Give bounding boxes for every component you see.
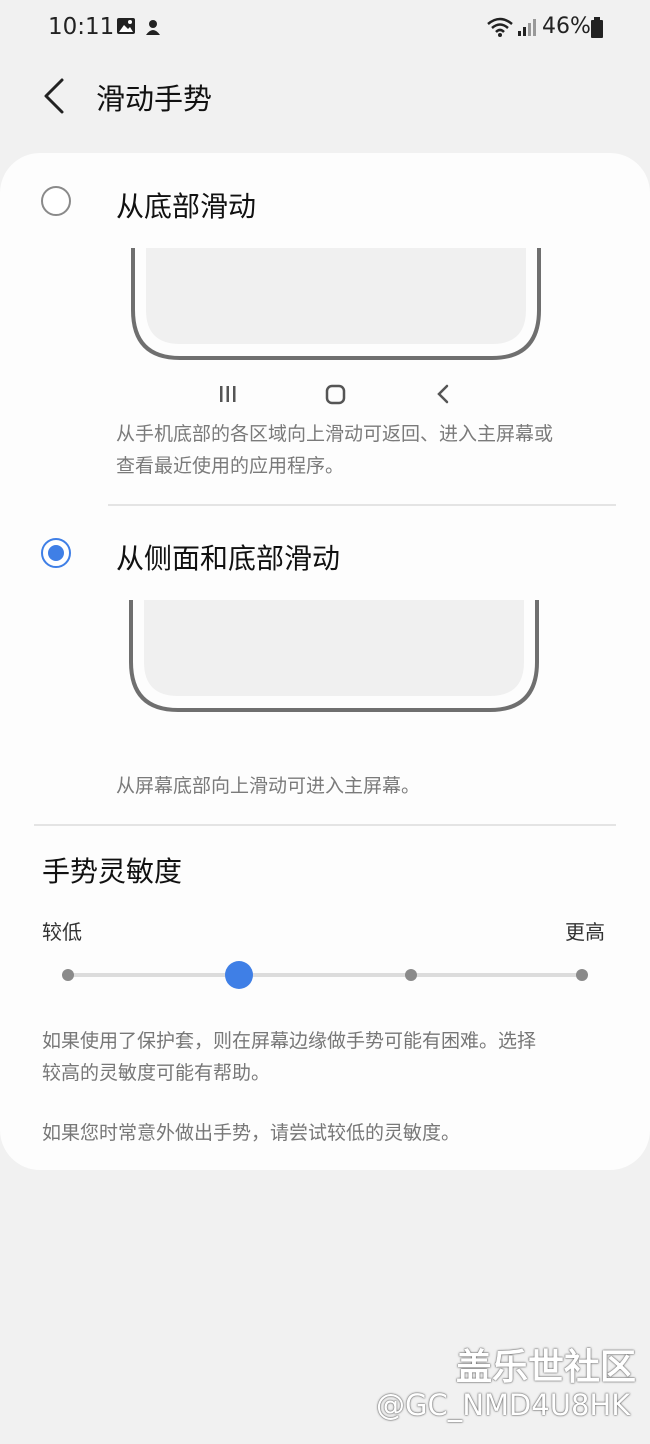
sensitivity-high-label: 更高 — [565, 920, 605, 944]
wifi-icon — [487, 17, 513, 37]
gallery-icon — [117, 18, 135, 34]
note-line: 如果您时常意外做出手势，请尝试较低的灵敏度。 — [42, 1122, 461, 1144]
battery-percent: 46% — [542, 14, 591, 39]
status-bar: 10:11 46% — [0, 0, 650, 58]
option-description: 从手机底部的各区域向上滑动可返回、进入主屏幕或 查看最近使用的应用程序。 — [116, 418, 553, 482]
note-line: 如果使用了保护套，则在屏幕边缘做手势可能有困难。选择 — [42, 1030, 537, 1052]
sensitivity-low-label: 较低 — [42, 920, 82, 944]
option-description: 从屏幕底部向上滑动可进入主屏幕。 — [116, 770, 420, 802]
option-label: 从侧面和底部滑动 — [116, 542, 341, 575]
status-time: 10:11 — [48, 14, 115, 40]
slider-step[interactable] — [405, 969, 417, 981]
slider-step[interactable] — [576, 969, 588, 981]
divider — [34, 824, 616, 826]
home-icon — [325, 384, 346, 405]
watermark-user: @GC_NMD4U8HK — [376, 1388, 631, 1422]
slider-step[interactable] — [62, 969, 74, 981]
description-line: 从屏幕底部向上滑动可进入主屏幕。 — [116, 775, 421, 797]
phone-illustration-bottom — [131, 248, 541, 360]
divider — [108, 504, 616, 506]
sensitivity-title: 手势灵敏度 — [42, 855, 183, 888]
description-line: 从手机底部的各区域向上滑动可返回、进入主屏幕或 — [116, 423, 554, 445]
app-bar: 滑动手势 — [0, 58, 650, 138]
note-line: 较高的灵敏度可能有帮助。 — [42, 1062, 271, 1084]
watermark-brand: 盖乐世社区 — [456, 1347, 637, 1388]
slider-thumb[interactable] — [225, 961, 253, 989]
back-nav-icon — [437, 384, 449, 404]
radio-swipe-from-sides-and-bottom[interactable] — [41, 538, 71, 568]
battery-icon — [591, 17, 603, 38]
radio-swipe-from-bottom[interactable] — [41, 186, 71, 216]
recents-icon — [220, 386, 236, 402]
page-title: 滑动手势 — [96, 82, 213, 116]
description-line: 查看最近使用的应用程序。 — [116, 455, 345, 477]
back-arrow-icon[interactable] — [38, 76, 74, 116]
signal-icon — [518, 19, 536, 36]
sensitivity-note: 如果您时常意外做出手势，请尝试较低的灵敏度。 — [42, 1117, 460, 1149]
sensitivity-note: 如果使用了保护套，则在屏幕边缘做手势可能有困难。选择 较高的灵敏度可能有帮助。 — [42, 1025, 536, 1089]
sensitivity-slider[interactable] — [52, 957, 598, 993]
notification-app-icon — [146, 20, 160, 35]
settings-card: 从底部滑动 从手机底部的各区域向上滑动可返回、进入主屏幕或 查看最近使用的应用程… — [0, 153, 650, 1170]
option-label: 从底部滑动 — [116, 190, 257, 223]
phone-illustration-sides — [129, 600, 539, 712]
